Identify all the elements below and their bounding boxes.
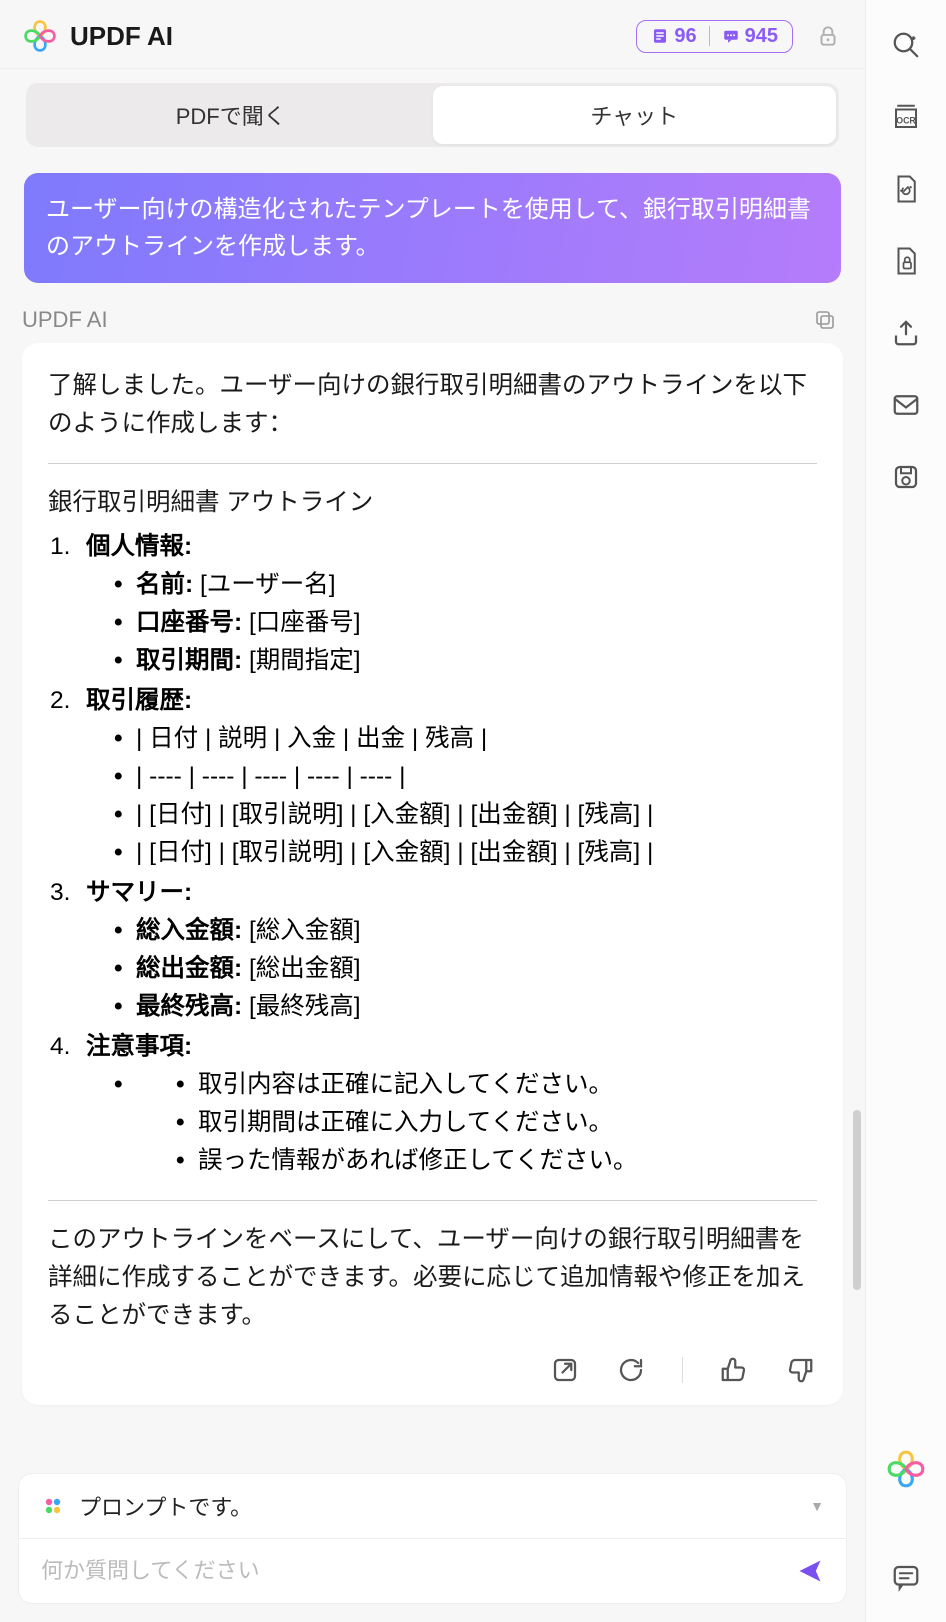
protect-icon[interactable] [891, 246, 921, 276]
convert-icon[interactable] [891, 174, 921, 204]
send-icon[interactable] [796, 1557, 824, 1585]
export-icon[interactable] [891, 318, 921, 348]
ai-sender-label: UPDF AI [22, 307, 813, 333]
user-message: ユーザー向けの構造化されたテンプレートを使用して、銀行取引明細書のアウトラインを… [24, 173, 841, 283]
prompt-dots-icon [41, 1494, 65, 1518]
main-panel: UPDF AI 96 945 PDFで聞く チャット ユーザー向けの構造化された… [0, 0, 866, 1622]
doc-count-icon [651, 27, 669, 45]
chat-scroll[interactable]: ユーザー向けの構造化されたテンプレートを使用して、銀行取引明細書のアウトラインを… [0, 155, 865, 1459]
app-logo-icon [22, 18, 58, 54]
prompt-label: プロンプトです。 [79, 1490, 796, 1522]
share-icon[interactable] [550, 1355, 580, 1385]
ask-row [18, 1539, 847, 1604]
doc-count: 96 [674, 25, 696, 48]
thumbs-up-icon[interactable] [719, 1355, 749, 1385]
copy-icon[interactable] [813, 308, 837, 332]
app-title: UPDF AI [70, 21, 636, 52]
outline-title: 銀行取引明細書 アウトライン [48, 484, 817, 522]
tab-chat[interactable]: チャット [433, 86, 837, 144]
chevron-down-icon: ▼ [810, 1498, 824, 1514]
msg-count: 945 [745, 25, 778, 48]
scrollbar-thumb[interactable] [853, 1110, 861, 1290]
question-input[interactable] [41, 1558, 782, 1584]
msg-count-icon [722, 27, 740, 45]
input-area: プロンプトです。 ▼ [0, 1459, 865, 1622]
search-icon[interactable] [891, 30, 921, 60]
ai-response-card: 了解しました。ユーザー向けの銀行取引明細書のアウトラインを以下のように作成します… [22, 343, 843, 1404]
right-toolbar: OCR [866, 0, 946, 1622]
save-icon[interactable] [891, 462, 921, 492]
app-logo-small-icon[interactable] [885, 1448, 927, 1490]
mode-tabs: PDFで聞く チャット [26, 83, 839, 147]
svg-text:OCR: OCR [896, 115, 916, 125]
response-actions [48, 1335, 817, 1387]
outline-list: 個人情報: 名前: [ユーザー名] 口座番号: [口座番号] 取引期間: [期間… [48, 528, 817, 1179]
ocr-icon[interactable]: OCR [891, 102, 921, 132]
thumbs-down-icon[interactable] [785, 1355, 815, 1385]
regenerate-icon[interactable] [616, 1355, 646, 1385]
prompt-selector[interactable]: プロンプトです。 ▼ [18, 1473, 847, 1539]
chat-icon[interactable] [891, 1562, 921, 1592]
response-footer: このアウトラインをベースにして、ユーザー向けの銀行取引明細書を詳細に作成すること… [48, 1221, 817, 1335]
usage-chip[interactable]: 96 945 [636, 20, 793, 53]
lock-icon[interactable] [815, 23, 841, 49]
response-intro: 了解しました。ユーザー向けの銀行取引明細書のアウトラインを以下のように作成します… [48, 367, 817, 443]
header: UPDF AI 96 945 [0, 0, 865, 69]
tab-pdf[interactable]: PDFで聞く [29, 86, 433, 144]
mail-icon[interactable] [891, 390, 921, 420]
